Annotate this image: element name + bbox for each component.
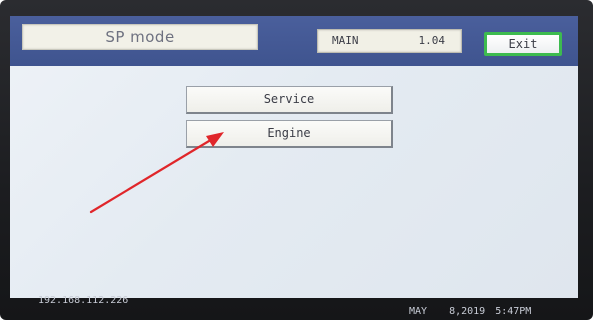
time: 5:47PM [495,306,532,317]
version-display: MAIN 1.04 [317,29,462,53]
mode-title: SP mode [22,24,258,50]
ip-address: 192.168.112.226 [38,295,129,306]
header-bar: SP mode MAIN 1.04 Exit [10,16,578,66]
date-day-year: 8,2019 [449,306,486,317]
version-label: MAIN [332,34,359,47]
exit-button[interactable]: Exit [484,32,562,56]
date-time: MAY 8,2019 5:47PM [409,306,531,317]
menu-button-service[interactable]: Service [186,86,393,114]
date-month: MAY [409,306,428,317]
menu-button-engine[interactable]: Engine [186,120,393,148]
touch-screen: SP mode MAIN 1.04 Exit Service Engine [10,16,578,298]
version-value: 1.04 [418,34,446,47]
